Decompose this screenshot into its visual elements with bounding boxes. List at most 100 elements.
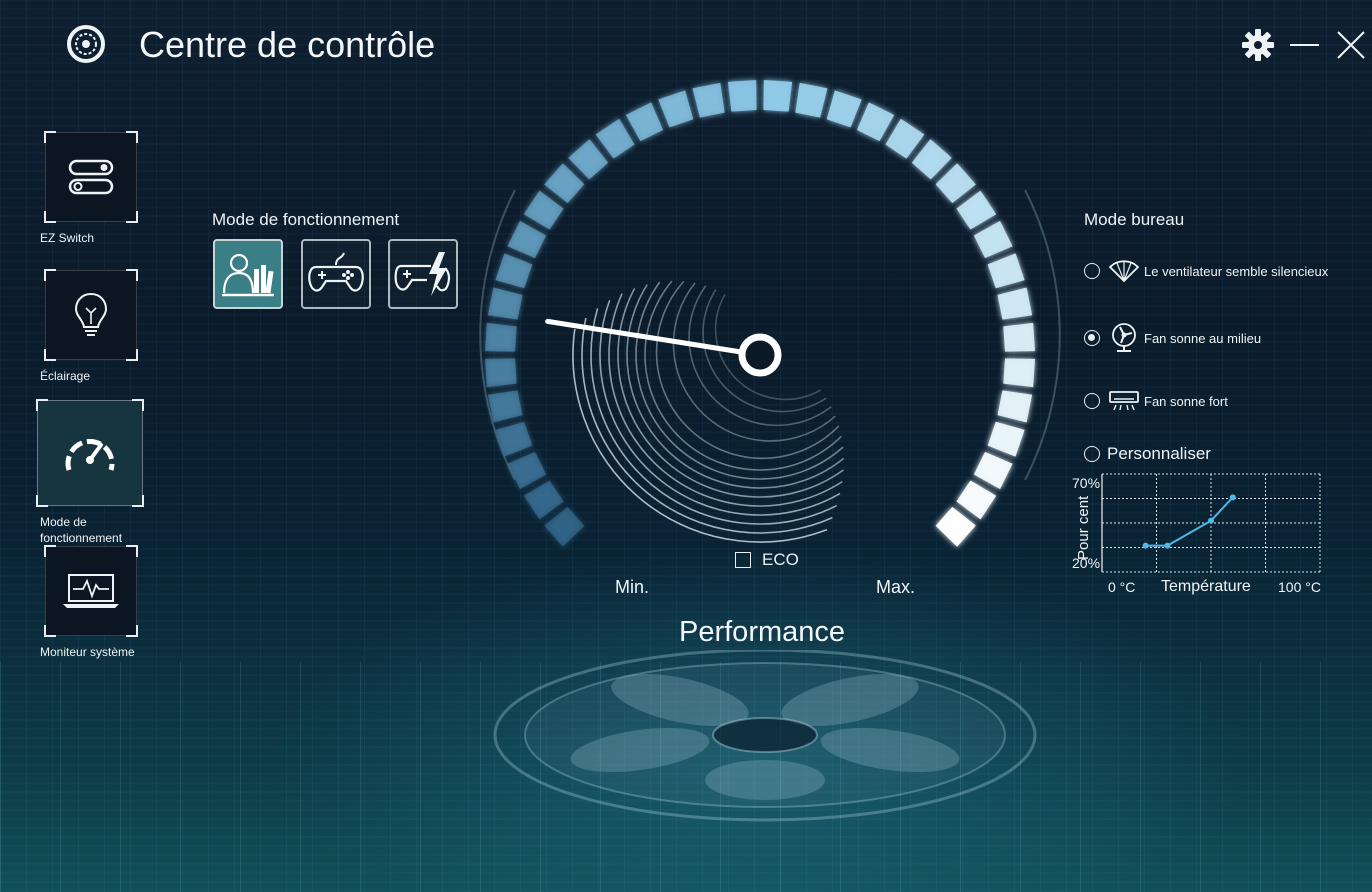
option-label: Fan sonne au milieu (1144, 330, 1262, 346)
gamepad-icon (308, 252, 364, 292)
gauge-segment (973, 220, 1013, 259)
sidebar-item-frame (36, 399, 144, 507)
fan-curve-point (1164, 542, 1171, 549)
gauge-segment (487, 390, 523, 423)
desktop-option-custom[interactable]: Personnaliser (1084, 444, 1211, 464)
gauge-segment (544, 163, 585, 204)
sidebar-item-label: EZ Switch (40, 231, 95, 245)
gauge-segment (692, 82, 725, 118)
gauge-segments (485, 80, 1035, 547)
option-label: Le ventilateur semble silencieux (1144, 263, 1329, 279)
gauge-segment (997, 390, 1033, 423)
app-logo-icon (67, 25, 105, 63)
desktop-option-medium[interactable]: Fan sonne au milieu (1084, 322, 1261, 354)
desktop-mode-title: Mode bureau (1084, 210, 1185, 229)
y-tick-label-max: 70% (1072, 475, 1100, 491)
gauge-segment (595, 118, 635, 159)
option-label: Fan sonne fort (1144, 393, 1228, 409)
x-tick-label-max: 100 °C (1278, 579, 1321, 595)
gauge-segment (523, 480, 564, 520)
desktop-option-loud[interactable]: Fan sonne fort (1084, 390, 1228, 412)
gauge-segment (727, 80, 757, 112)
hand-fan-icon (1108, 260, 1140, 283)
gauge-segment (507, 220, 547, 259)
gauge-hub (738, 333, 782, 377)
fan-curve-point (1208, 517, 1214, 524)
gauge-segment (568, 139, 609, 180)
gauge-segment (987, 421, 1025, 457)
gauge-needle (545, 318, 763, 358)
laptop-pulse-icon (63, 574, 119, 608)
gauge-segment (935, 506, 976, 547)
gauge-segment (487, 287, 523, 320)
sidebar-item-label: Mode de fonctionnement (40, 515, 123, 545)
gear-icon[interactable] (1241, 28, 1275, 62)
gauge-segment (485, 358, 517, 388)
mode-gaming-button[interactable] (301, 239, 371, 309)
speedometer-icon (65, 438, 115, 471)
mode-turbo-button[interactable] (388, 239, 458, 309)
x-tick-label-min: 0 °C (1108, 579, 1135, 595)
sidebar-item-label: Moniteur système (40, 645, 135, 659)
fan-curve-chart[interactable]: 70% 20% Pour cent 0 °C Température 100 °… (1072, 466, 1334, 602)
sidebar-item-mode-de-fonctionnement[interactable]: Mode de fonctionnement (36, 399, 145, 546)
mode-office-button[interactable] (213, 239, 283, 309)
gauge-segment (856, 102, 895, 142)
minimize-icon[interactable] (1288, 28, 1322, 62)
gauge-segment (658, 90, 694, 128)
gauge-min-label: Min. (615, 577, 650, 597)
office-person-books-icon (222, 253, 274, 297)
sidebar-item-frame (44, 269, 138, 361)
gauge-segment (544, 506, 585, 547)
gauge-ripple (644, 280, 842, 471)
gauge-segment (997, 287, 1033, 320)
gauge-segment (826, 90, 862, 128)
radio-silent[interactable] (1084, 263, 1100, 279)
gauge-segment (885, 118, 925, 159)
gauge-segment (956, 190, 997, 230)
gauge-segment (935, 163, 976, 204)
gauge-ripples (572, 280, 845, 543)
option-label: Personnaliser (1107, 444, 1211, 463)
gauge-segment (956, 480, 997, 520)
y-axis-label: Pour cent (1075, 495, 1092, 560)
sidebar-item-moniteur-systeme[interactable]: Moniteur système (40, 545, 145, 660)
gauge-segment (507, 451, 547, 490)
gauge-segment (625, 102, 664, 142)
eco-checkbox-box[interactable] (735, 552, 751, 568)
gauge-segment (973, 451, 1013, 490)
gauge-ripple (581, 317, 833, 534)
performance-mode-label: Performance (679, 616, 846, 648)
radio-medium[interactable] (1084, 330, 1100, 346)
gauge-segment (795, 82, 828, 118)
sidebar-item-frame (44, 545, 138, 637)
x-axis-label: Température (1161, 578, 1251, 595)
close-icon[interactable] (1334, 28, 1368, 62)
gauge-segment (987, 253, 1025, 289)
fan-curve-point (1229, 494, 1236, 501)
fan-decoration-icon (493, 650, 1037, 822)
performance-gauge (479, 80, 1061, 547)
app-title: Centre de contrôle (139, 24, 436, 65)
desktop-option-silent[interactable]: Le ventilateur semble silencieux (1084, 259, 1328, 283)
radio-custom[interactable] (1084, 446, 1100, 462)
gauge-segment (523, 190, 564, 230)
lightbulb-icon (74, 292, 108, 336)
gauge-segment (911, 139, 952, 180)
operating-mode-title: Mode de fonctionnement (212, 210, 400, 229)
gauge-segment (1003, 358, 1035, 388)
fan-curve-line (1145, 496, 1234, 547)
eco-label: ECO (762, 550, 799, 569)
radio-loud[interactable] (1084, 393, 1100, 409)
sidebar-item-frame (44, 131, 138, 223)
gauge-segment (1003, 322, 1035, 352)
sidebar-item-eclairage[interactable]: Éclairage (40, 269, 145, 384)
gauge-segment (495, 421, 533, 457)
sidebar-item-ez-switch[interactable]: EZ Switch (40, 131, 145, 246)
desk-fan-icon (1112, 323, 1136, 352)
gamepad-turbo-icon (394, 252, 451, 296)
eco-checkbox[interactable]: ECO (735, 550, 799, 570)
sidebar-item-label: Éclairage (40, 369, 91, 383)
air-conditioner-icon (1109, 391, 1139, 411)
gauge-segment (485, 322, 517, 352)
